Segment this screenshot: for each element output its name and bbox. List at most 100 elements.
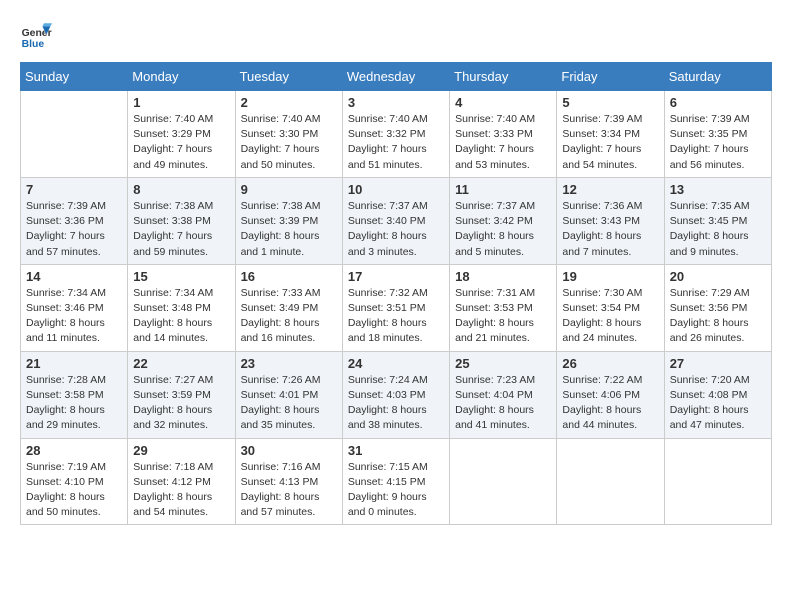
day-number: 19	[562, 269, 658, 284]
day-info: Sunrise: 7:24 AM Sunset: 4:03 PM Dayligh…	[348, 373, 444, 434]
calendar-cell: 29 Sunrise: 7:18 AM Sunset: 4:12 PM Dayli…	[128, 438, 235, 525]
day-number: 21	[26, 356, 122, 371]
calendar-cell: 14 Sunrise: 7:34 AM Sunset: 3:46 PM Dayli…	[21, 264, 128, 351]
calendar-cell: 5 Sunrise: 7:39 AM Sunset: 3:34 PM Daylig…	[557, 91, 664, 178]
day-info: Sunrise: 7:32 AM Sunset: 3:51 PM Dayligh…	[348, 286, 444, 347]
day-number: 12	[562, 182, 658, 197]
day-number: 23	[241, 356, 337, 371]
weekday-header: Tuesday	[235, 63, 342, 91]
day-info: Sunrise: 7:29 AM Sunset: 3:56 PM Dayligh…	[670, 286, 766, 347]
day-info: Sunrise: 7:28 AM Sunset: 3:58 PM Dayligh…	[26, 373, 122, 434]
calendar-cell: 20 Sunrise: 7:29 AM Sunset: 3:56 PM Dayli…	[664, 264, 771, 351]
day-number: 7	[26, 182, 122, 197]
weekday-header: Saturday	[664, 63, 771, 91]
calendar-cell: 27 Sunrise: 7:20 AM Sunset: 4:08 PM Dayli…	[664, 351, 771, 438]
calendar-cell: 16 Sunrise: 7:33 AM Sunset: 3:49 PM Dayli…	[235, 264, 342, 351]
day-number: 20	[670, 269, 766, 284]
day-info: Sunrise: 7:19 AM Sunset: 4:10 PM Dayligh…	[26, 460, 122, 521]
calendar-cell: 18Sunrise: 7:31 AM Sunset: 3:53 PM Dayli…	[450, 264, 557, 351]
day-info: Sunrise: 7:15 AM Sunset: 4:15 PM Dayligh…	[348, 460, 444, 521]
calendar-cell: 6 Sunrise: 7:39 AM Sunset: 3:35 PM Daylig…	[664, 91, 771, 178]
calendar-cell: 25 Sunrise: 7:23 AM Sunset: 4:04 PM Dayli…	[450, 351, 557, 438]
day-info: Sunrise: 7:22 AM Sunset: 4:06 PM Dayligh…	[562, 373, 658, 434]
day-info: Sunrise: 7:34 AM Sunset: 3:48 PM Dayligh…	[133, 286, 229, 347]
day-number: 11	[455, 182, 551, 197]
day-info: Sunrise: 7:20 AM Sunset: 4:08 PM Dayligh…	[670, 373, 766, 434]
calendar-cell: 11 Sunrise: 7:37 AM Sunset: 3:42 PM Dayli…	[450, 177, 557, 264]
day-number: 4	[455, 95, 551, 110]
calendar-cell: 9 Sunrise: 7:38 AM Sunset: 3:39 PM Daylig…	[235, 177, 342, 264]
calendar-cell: 12 Sunrise: 7:36 AM Sunset: 3:43 PM Dayli…	[557, 177, 664, 264]
day-number: 9	[241, 182, 337, 197]
calendar-table: SundayMondayTuesdayWednesdayThursdayFrid…	[20, 62, 772, 525]
day-number: 29	[133, 443, 229, 458]
page-header: General Blue	[20, 20, 772, 52]
calendar-cell: 26 Sunrise: 7:22 AM Sunset: 4:06 PM Dayli…	[557, 351, 664, 438]
calendar-cell: 28Sunrise: 7:19 AM Sunset: 4:10 PM Dayli…	[21, 438, 128, 525]
day-number: 14	[26, 269, 122, 284]
day-info: Sunrise: 7:37 AM Sunset: 3:42 PM Dayligh…	[455, 199, 551, 260]
calendar-cell: 15 Sunrise: 7:34 AM Sunset: 3:48 PM Dayli…	[128, 264, 235, 351]
logo: General Blue	[20, 20, 52, 52]
day-info: Sunrise: 7:37 AM Sunset: 3:40 PM Dayligh…	[348, 199, 444, 260]
day-info: Sunrise: 7:16 AM Sunset: 4:13 PM Dayligh…	[241, 460, 337, 521]
weekday-header: Friday	[557, 63, 664, 91]
calendar-cell: 13 Sunrise: 7:35 AM Sunset: 3:45 PM Dayli…	[664, 177, 771, 264]
day-info: Sunrise: 7:18 AM Sunset: 4:12 PM Dayligh…	[133, 460, 229, 521]
calendar-cell: 8 Sunrise: 7:38 AM Sunset: 3:38 PM Daylig…	[128, 177, 235, 264]
day-info: Sunrise: 7:26 AM Sunset: 4:01 PM Dayligh…	[241, 373, 337, 434]
calendar-cell: 30 Sunrise: 7:16 AM Sunset: 4:13 PM Dayli…	[235, 438, 342, 525]
calendar-cell: 4 Sunrise: 7:40 AM Sunset: 3:33 PM Daylig…	[450, 91, 557, 178]
day-number: 8	[133, 182, 229, 197]
day-number: 30	[241, 443, 337, 458]
day-info: Sunrise: 7:40 AM Sunset: 3:32 PM Dayligh…	[348, 112, 444, 173]
day-info: Sunrise: 7:23 AM Sunset: 4:04 PM Dayligh…	[455, 373, 551, 434]
day-info: Sunrise: 7:31 AM Sunset: 3:53 PM Dayligh…	[455, 286, 551, 347]
day-number: 17	[348, 269, 444, 284]
day-number: 31	[348, 443, 444, 458]
calendar-cell	[664, 438, 771, 525]
day-info: Sunrise: 7:34 AM Sunset: 3:46 PM Dayligh…	[26, 286, 122, 347]
calendar-cell: 22 Sunrise: 7:27 AM Sunset: 3:59 PM Dayli…	[128, 351, 235, 438]
weekday-header: Wednesday	[342, 63, 449, 91]
day-info: Sunrise: 7:39 AM Sunset: 3:34 PM Dayligh…	[562, 112, 658, 173]
calendar-cell	[21, 91, 128, 178]
day-info: Sunrise: 7:27 AM Sunset: 3:59 PM Dayligh…	[133, 373, 229, 434]
day-number: 13	[670, 182, 766, 197]
day-number: 24	[348, 356, 444, 371]
day-number: 22	[133, 356, 229, 371]
calendar-cell: 31 Sunrise: 7:15 AM Sunset: 4:15 PM Dayli…	[342, 438, 449, 525]
calendar-cell: 7 Sunrise: 7:39 AM Sunset: 3:36 PM Daylig…	[21, 177, 128, 264]
day-info: Sunrise: 7:35 AM Sunset: 3:45 PM Dayligh…	[670, 199, 766, 260]
calendar-cell: 3 Sunrise: 7:40 AM Sunset: 3:32 PM Daylig…	[342, 91, 449, 178]
weekday-header: Sunday	[21, 63, 128, 91]
day-number: 25	[455, 356, 551, 371]
day-info: Sunrise: 7:38 AM Sunset: 3:38 PM Dayligh…	[133, 199, 229, 260]
day-number: 6	[670, 95, 766, 110]
day-number: 2	[241, 95, 337, 110]
day-info: Sunrise: 7:39 AM Sunset: 3:36 PM Dayligh…	[26, 199, 122, 260]
calendar-cell: 23 Sunrise: 7:26 AM Sunset: 4:01 PM Dayli…	[235, 351, 342, 438]
day-info: Sunrise: 7:30 AM Sunset: 3:54 PM Dayligh…	[562, 286, 658, 347]
day-info: Sunrise: 7:33 AM Sunset: 3:49 PM Dayligh…	[241, 286, 337, 347]
calendar-cell: 24 Sunrise: 7:24 AM Sunset: 4:03 PM Dayli…	[342, 351, 449, 438]
day-number: 10	[348, 182, 444, 197]
day-number: 26	[562, 356, 658, 371]
day-info: Sunrise: 7:40 AM Sunset: 3:29 PM Dayligh…	[133, 112, 229, 173]
day-number: 5	[562, 95, 658, 110]
day-number: 27	[670, 356, 766, 371]
weekday-header: Monday	[128, 63, 235, 91]
day-info: Sunrise: 7:40 AM Sunset: 3:33 PM Dayligh…	[455, 112, 551, 173]
calendar-cell	[450, 438, 557, 525]
day-number: 16	[241, 269, 337, 284]
calendar-cell: 10 Sunrise: 7:37 AM Sunset: 3:40 PM Dayli…	[342, 177, 449, 264]
day-info: Sunrise: 7:38 AM Sunset: 3:39 PM Dayligh…	[241, 199, 337, 260]
svg-text:Blue: Blue	[22, 39, 45, 50]
calendar-cell	[557, 438, 664, 525]
logo-icon: General Blue	[20, 20, 52, 52]
day-info: Sunrise: 7:39 AM Sunset: 3:35 PM Dayligh…	[670, 112, 766, 173]
day-number: 3	[348, 95, 444, 110]
calendar-cell: 1Sunrise: 7:40 AM Sunset: 3:29 PM Daylig…	[128, 91, 235, 178]
day-info: Sunrise: 7:36 AM Sunset: 3:43 PM Dayligh…	[562, 199, 658, 260]
day-number: 15	[133, 269, 229, 284]
